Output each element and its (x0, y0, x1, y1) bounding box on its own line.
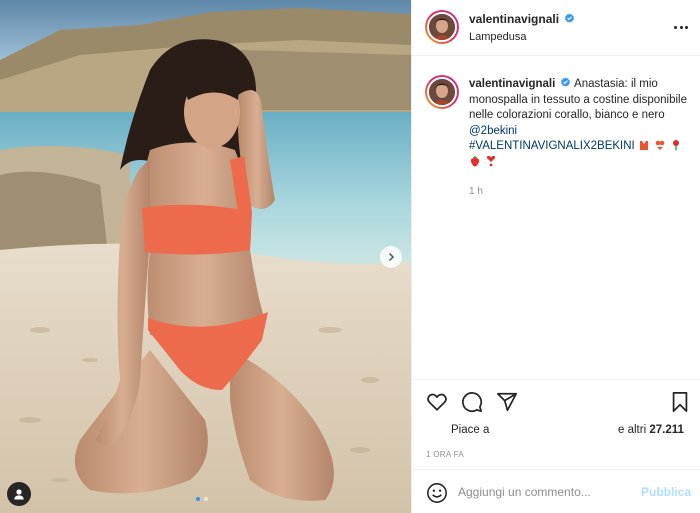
chevron-right-icon (388, 252, 395, 262)
carousel-dot-2 (204, 497, 208, 501)
post-header: valentinavignali Lampedusa (412, 0, 700, 56)
more-icon (674, 26, 677, 29)
next-photo-button[interactable] (380, 246, 402, 268)
likes-suffix: e altri (618, 424, 647, 436)
user-tag-icon (14, 489, 24, 500)
likes-number: 27.211 (649, 424, 684, 436)
mention-link[interactable]: @2bekini (469, 125, 517, 137)
avatar-image (429, 79, 455, 105)
comment-bar: Pubblica (412, 469, 700, 513)
carousel-dot-1 (196, 497, 200, 501)
action-bar: Piace a e altri 27.211 1 ORA FA (412, 379, 700, 469)
liked-by-text[interactable]: Piace a (451, 424, 489, 436)
more-options-button[interactable] (674, 26, 688, 29)
username-text: valentinavignali (469, 12, 560, 26)
bikini-emoji-icon (655, 140, 665, 150)
caption-timestamp: 1 h (469, 186, 483, 197)
paper-plane-icon[interactable] (496, 391, 518, 413)
author-username[interactable]: valentinavignali (469, 12, 575, 26)
heart-icon[interactable] (426, 391, 448, 413)
post-age: 1 ORA FA (426, 450, 464, 459)
caption-username[interactable]: valentinavignali (469, 78, 555, 90)
rose-emoji-icon (673, 140, 680, 151)
carousel-indicator (196, 497, 208, 501)
likes-count[interactable]: e altri 27.211 (618, 424, 684, 436)
caption-avatar[interactable] (425, 75, 459, 109)
avatar[interactable] (425, 10, 459, 44)
comment-icon[interactable] (461, 391, 483, 413)
verified-badge-icon (565, 13, 575, 23)
caption-section: valentinavignali Anastasia: il mio monos… (412, 57, 700, 379)
bookmark-icon[interactable] (670, 391, 690, 413)
post-details-panel: valentinavignali Lampedusa valentinavign… (411, 0, 700, 513)
swimsuit-emoji-icon (639, 141, 648, 150)
user-tags-button[interactable] (7, 482, 31, 506)
heart-exclamation-emoji-icon (486, 155, 496, 166)
post-photo[interactable] (0, 0, 411, 513)
strawberry-emoji-icon (470, 155, 480, 166)
beach-photo-illustration (0, 0, 411, 513)
location-link[interactable]: Lampedusa (469, 31, 527, 43)
hashtag-link[interactable]: #VALENTINAVIGNALIX2BEKINI (469, 140, 635, 152)
smile-icon[interactable] (426, 482, 448, 504)
publish-button[interactable]: Pubblica (641, 485, 691, 499)
comment-input[interactable] (458, 480, 638, 504)
verified-badge-icon (561, 77, 571, 87)
caption-text: valentinavignali Anastasia: il mio monos… (469, 77, 694, 170)
avatar-image (429, 14, 455, 40)
